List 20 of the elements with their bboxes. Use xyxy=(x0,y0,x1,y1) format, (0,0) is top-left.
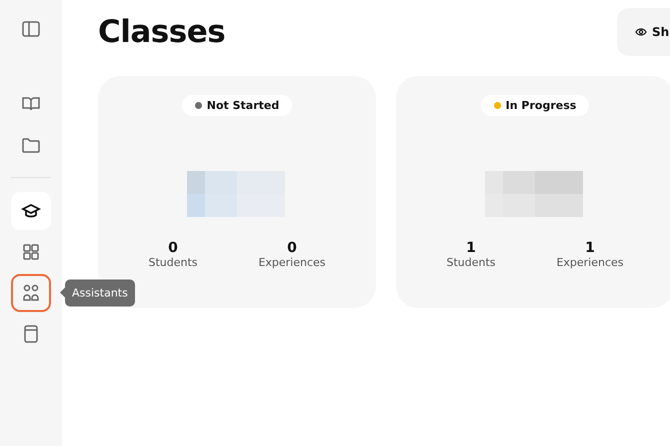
students-count: 0 xyxy=(168,240,178,256)
grid-icon xyxy=(21,242,41,262)
tooltip-arrow xyxy=(60,288,65,298)
eye-icon xyxy=(635,26,647,38)
tooltip: Assistants xyxy=(65,279,135,306)
people-icon xyxy=(21,282,41,302)
show-button[interactable]: Sh xyxy=(617,8,670,56)
status-label: Not Started xyxy=(206,99,280,112)
students-label: Students xyxy=(446,256,496,269)
status-label: In Progress xyxy=(506,99,576,112)
page-title: Classes xyxy=(98,14,226,50)
experiences-count: 0 xyxy=(287,240,297,256)
students-label: Students xyxy=(148,256,198,269)
students-count: 1 xyxy=(466,240,476,256)
experiences-label: Experiences xyxy=(258,256,326,269)
sidebar-item[interactable] xyxy=(11,192,51,230)
sidebar-toggle-icon xyxy=(21,18,41,38)
class-card[interactable]: In Progress 1 Students 1 Experiences xyxy=(396,76,670,308)
experiences-label: Experiences xyxy=(556,256,624,269)
experiences-count: 1 xyxy=(585,240,595,256)
